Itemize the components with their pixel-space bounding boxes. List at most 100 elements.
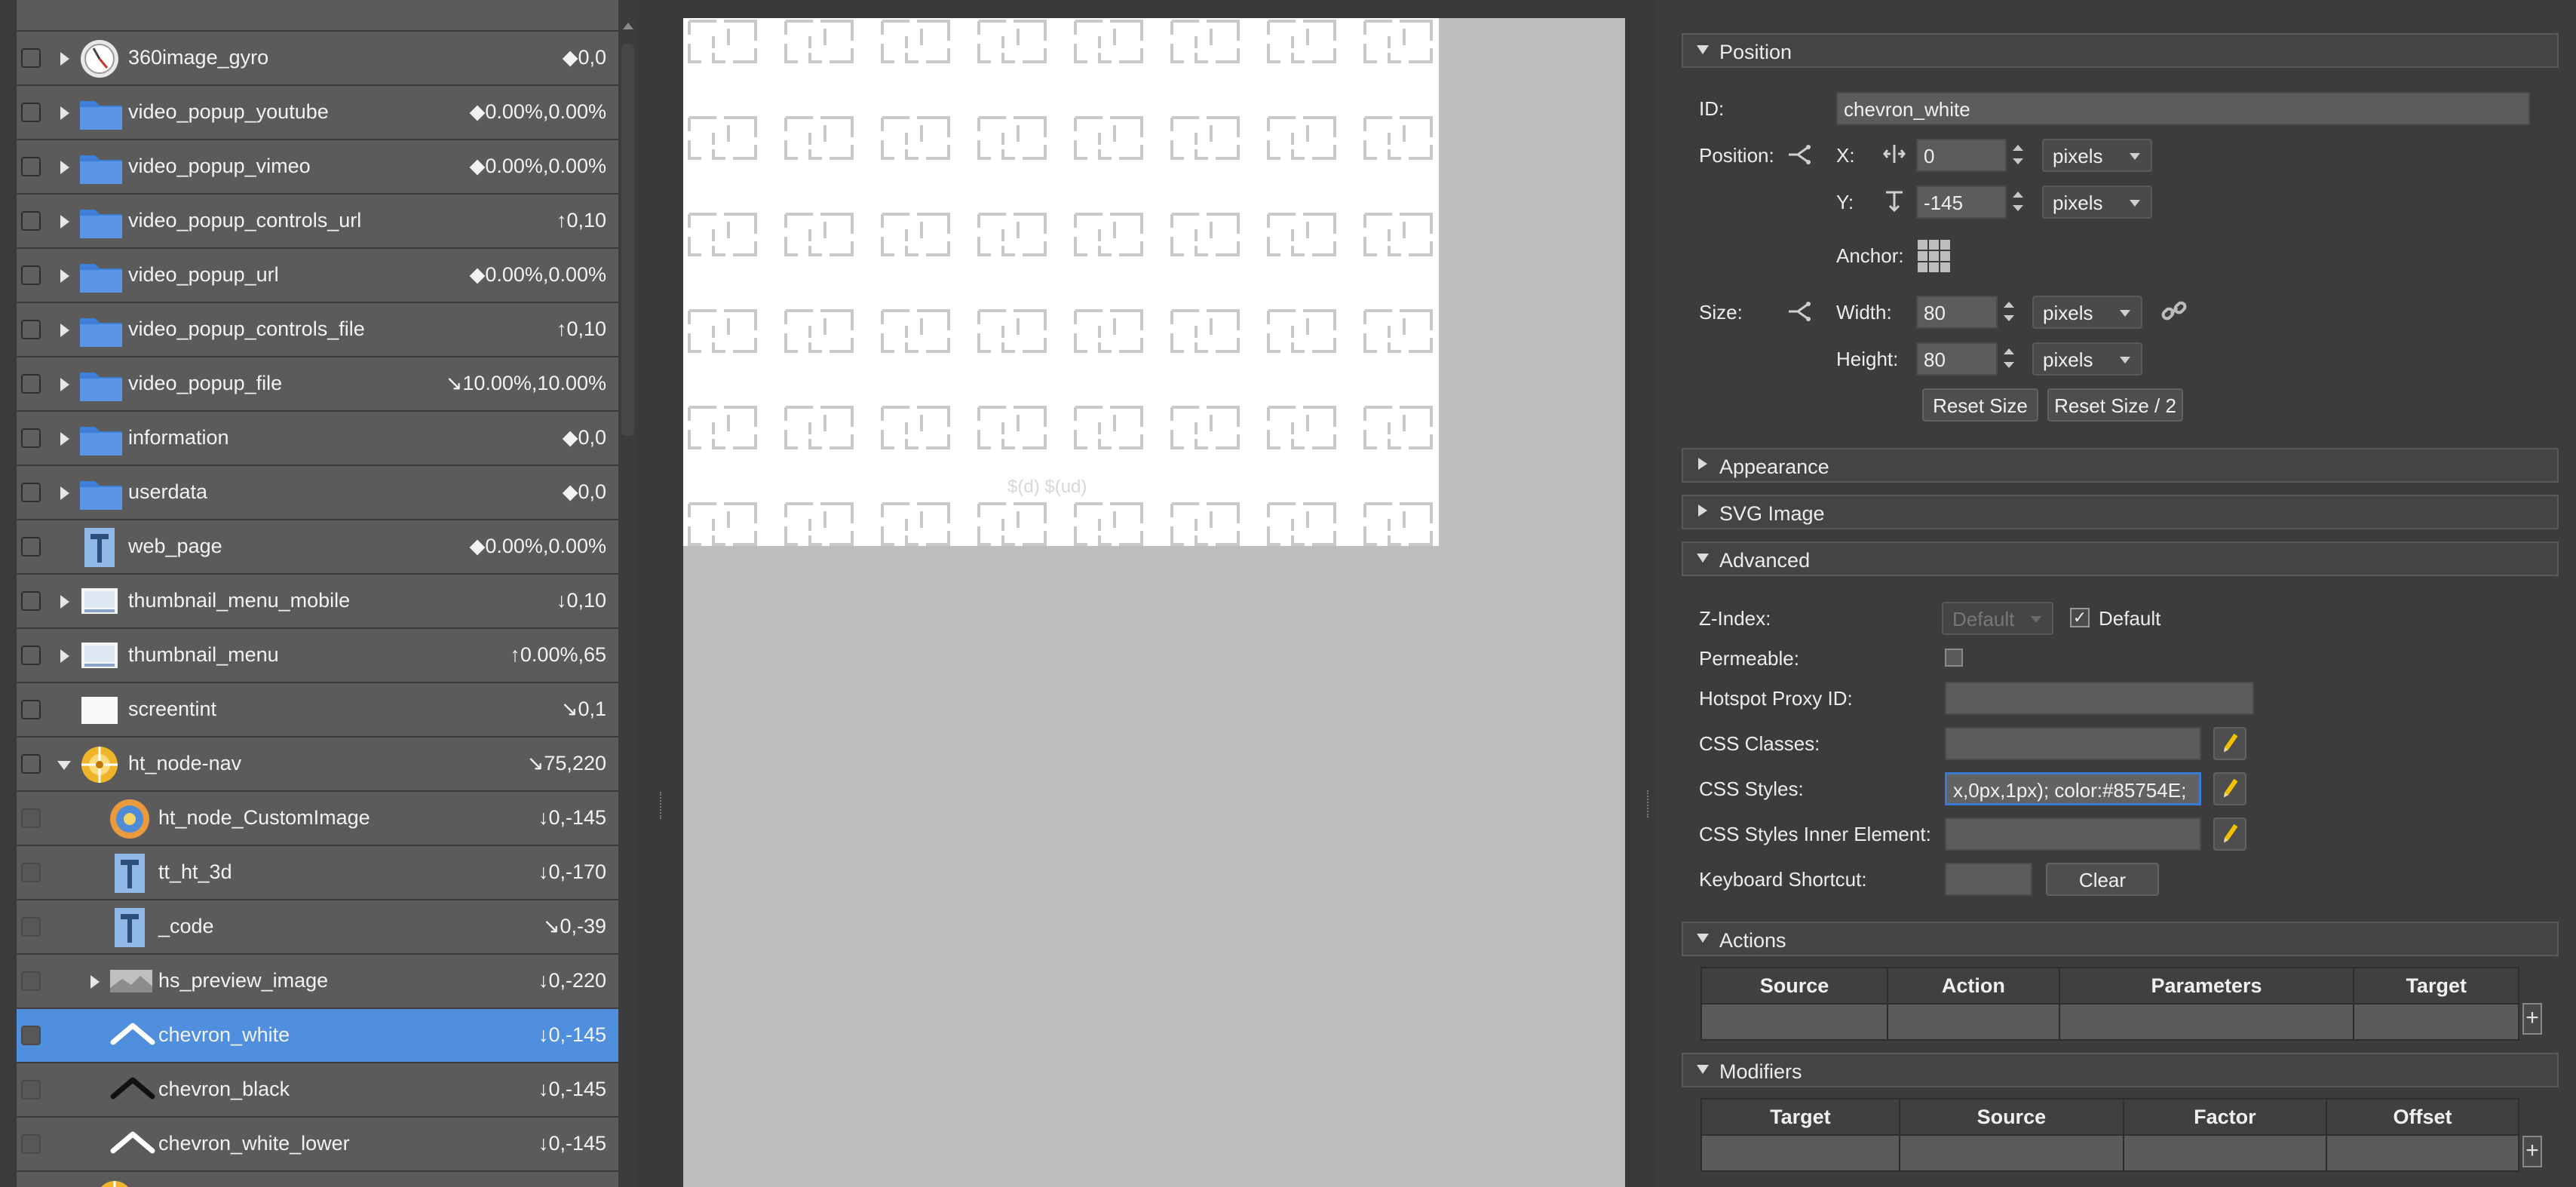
tree-row-video-popup-url[interactable]: video_popup_url ◆0.00%,0.00% xyxy=(17,249,618,303)
scroll-up-arrow-icon[interactable] xyxy=(623,23,633,29)
visibility-checkbox[interactable] xyxy=(21,483,41,502)
expand-triangle-icon[interactable] xyxy=(60,161,69,174)
height-unit-select[interactable]: pixels xyxy=(2032,342,2142,376)
tree-row-video-popup-file[interactable]: video_popup_file ↘10.00%,10.00% xyxy=(17,357,618,412)
expand-triangle-icon[interactable] xyxy=(90,975,100,989)
table-header[interactable]: Action xyxy=(1887,967,2060,1005)
expand-triangle-icon[interactable] xyxy=(60,269,69,283)
y-unit-select[interactable]: pixels xyxy=(2042,186,2152,219)
width-input[interactable]: 80 xyxy=(1916,296,1998,329)
tree-row-chevron-black[interactable]: chevron_black ↓0,-145 xyxy=(17,1063,618,1118)
tree-row-thumbnail-menu[interactable]: thumbnail_menu ↑0.00%,65 xyxy=(17,629,618,683)
visibility-checkbox[interactable] xyxy=(21,863,41,882)
tree-row-hs-preview-image[interactable]: hs_preview_image ↓0,-220 xyxy=(17,955,618,1009)
tree-row-partial[interactable] xyxy=(17,0,618,32)
x-input[interactable]: 0 xyxy=(1916,139,2007,172)
visibility-checkbox[interactable] xyxy=(21,917,41,937)
edit-css-inner-button[interactable] xyxy=(2213,817,2246,851)
tree-row-video-popup-controls-url[interactable]: video_popup_controls_url ↑0,10 xyxy=(17,195,618,249)
tree-row-360image-gyro[interactable]: 360image_gyro ◆0,0 xyxy=(17,32,618,86)
tree-row-chevron-white-lower[interactable]: chevron_white_lower ↓0,-145 xyxy=(17,1118,618,1172)
table-row[interactable] xyxy=(1700,1134,2520,1172)
visibility-checkbox[interactable] xyxy=(21,1080,41,1100)
table-header[interactable]: Factor xyxy=(2122,1098,2327,1136)
visibility-checkbox[interactable] xyxy=(21,1026,41,1045)
visibility-checkbox[interactable] xyxy=(21,754,41,774)
visibility-checkbox[interactable] xyxy=(21,103,41,122)
keyboard-shortcut-input[interactable] xyxy=(1945,863,2032,896)
visibility-checkbox[interactable] xyxy=(21,374,41,394)
visibility-checkbox[interactable] xyxy=(21,265,41,285)
width-unit-select[interactable]: pixels xyxy=(2032,296,2142,329)
expand-triangle-icon[interactable] xyxy=(60,486,69,500)
permeable-checkbox[interactable] xyxy=(1945,649,1963,667)
expand-triangle-icon[interactable] xyxy=(60,52,69,66)
clear-shortcut-button[interactable]: Clear xyxy=(2046,863,2159,896)
visibility-checkbox[interactable] xyxy=(21,428,41,448)
position-link-icon[interactable] xyxy=(1786,143,1813,166)
id-field[interactable]: chevron_white xyxy=(1836,92,2530,125)
tree-scrollbar[interactable] xyxy=(618,14,637,1187)
tree-row-screentint[interactable]: screentint ↘0,1 xyxy=(17,683,618,738)
section-appearance-header[interactable]: Appearance xyxy=(1682,448,2559,483)
expand-triangle-icon[interactable] xyxy=(60,378,69,391)
expand-triangle-icon[interactable] xyxy=(60,106,69,120)
y-input[interactable]: -145 xyxy=(1916,186,2007,219)
zindex-select[interactable]: Default xyxy=(1942,602,2053,635)
table-header[interactable]: Target xyxy=(1700,1098,1900,1136)
css-styles-input[interactable]: x,0px,1px); color:#85754E; xyxy=(1945,772,2201,805)
x-unit-select[interactable]: pixels xyxy=(2042,139,2152,172)
reset-size-button[interactable]: Reset Size xyxy=(1922,388,2038,422)
visibility-checkbox[interactable] xyxy=(21,1134,41,1154)
expand-triangle-icon[interactable] xyxy=(60,595,69,609)
tree-row-ht-node-customimage[interactable]: ht_node_CustomImage ↓0,-145 xyxy=(17,792,618,846)
reset-size-half-button[interactable]: Reset Size / 2 xyxy=(2047,388,2183,422)
section-position-header[interactable]: Position xyxy=(1682,33,2559,68)
height-input[interactable]: 80 xyxy=(1916,342,1998,376)
section-actions-header[interactable]: Actions xyxy=(1682,922,2559,956)
visibility-checkbox[interactable] xyxy=(21,591,41,611)
visibility-checkbox[interactable] xyxy=(21,211,41,231)
left-splitter[interactable] xyxy=(655,0,668,1187)
scrollbar-thumb[interactable] xyxy=(621,44,634,436)
expand-triangle-icon[interactable] xyxy=(60,215,69,229)
tree-row-userdata[interactable]: userdata ◆0,0 xyxy=(17,466,618,520)
zindex-default-checkbox[interactable]: ✓ xyxy=(2070,608,2090,627)
visibility-checkbox[interactable] xyxy=(21,700,41,719)
add-modifier-button[interactable]: + xyxy=(2522,1136,2542,1167)
y-stepper[interactable] xyxy=(2010,186,2026,219)
height-stepper[interactable] xyxy=(2001,342,2017,376)
tree-row-ht-node-nav[interactable]: ht_node-nav ↘75,220 xyxy=(17,738,618,792)
edit-css-classes-button[interactable] xyxy=(2213,727,2246,760)
editor-canvas[interactable]: $(d) $(ud) xyxy=(683,18,1625,1187)
collapse-triangle-icon[interactable] xyxy=(57,761,71,770)
visibility-checkbox[interactable] xyxy=(21,320,41,339)
size-link-icon[interactable] xyxy=(1786,300,1813,323)
tree-row-partial[interactable] xyxy=(17,1172,618,1187)
visibility-checkbox[interactable] xyxy=(21,971,41,991)
tree-row-video-popup-youtube[interactable]: video_popup_youtube ◆0.00%,0.00% xyxy=(17,86,618,140)
table-row[interactable] xyxy=(1700,1003,2519,1041)
visibility-checkbox[interactable] xyxy=(21,646,41,665)
css-inner-input[interactable] xyxy=(1945,817,2201,851)
table-header[interactable]: Parameters xyxy=(2058,967,2355,1005)
expand-triangle-icon[interactable] xyxy=(60,324,69,337)
hotspot-proxy-input[interactable] xyxy=(1945,682,2254,715)
tree-row-information[interactable]: information ◆0,0 xyxy=(17,412,618,466)
table-header[interactable]: Source xyxy=(1898,1098,2124,1136)
visibility-checkbox[interactable] xyxy=(21,808,41,828)
add-action-button[interactable]: + xyxy=(2522,1003,2542,1035)
visibility-checkbox[interactable] xyxy=(21,157,41,176)
tree-row-web-page[interactable]: web_page ◆0.00%,0.00% xyxy=(17,520,618,575)
edit-css-styles-button[interactable] xyxy=(2213,772,2246,805)
table-header[interactable]: Offset xyxy=(2325,1098,2520,1136)
css-classes-input[interactable] xyxy=(1945,727,2201,760)
tree-row-video-popup-vimeo[interactable]: video_popup_vimeo ◆0.00%,0.00% xyxy=(17,140,618,195)
x-stepper[interactable] xyxy=(2010,139,2026,172)
width-stepper[interactable] xyxy=(2001,296,2017,329)
tree-row--code[interactable]: _code ↘0,-39 xyxy=(17,900,618,955)
tree-row-thumbnail-menu-mobile[interactable]: thumbnail_menu_mobile ↓0,10 xyxy=(17,575,618,629)
tree-row-tt-ht-3d[interactable]: tt_ht_3d ↓0,-170 xyxy=(17,846,618,900)
table-header[interactable]: Source xyxy=(1700,967,1889,1005)
section-advanced-header[interactable]: Advanced xyxy=(1682,541,2559,576)
